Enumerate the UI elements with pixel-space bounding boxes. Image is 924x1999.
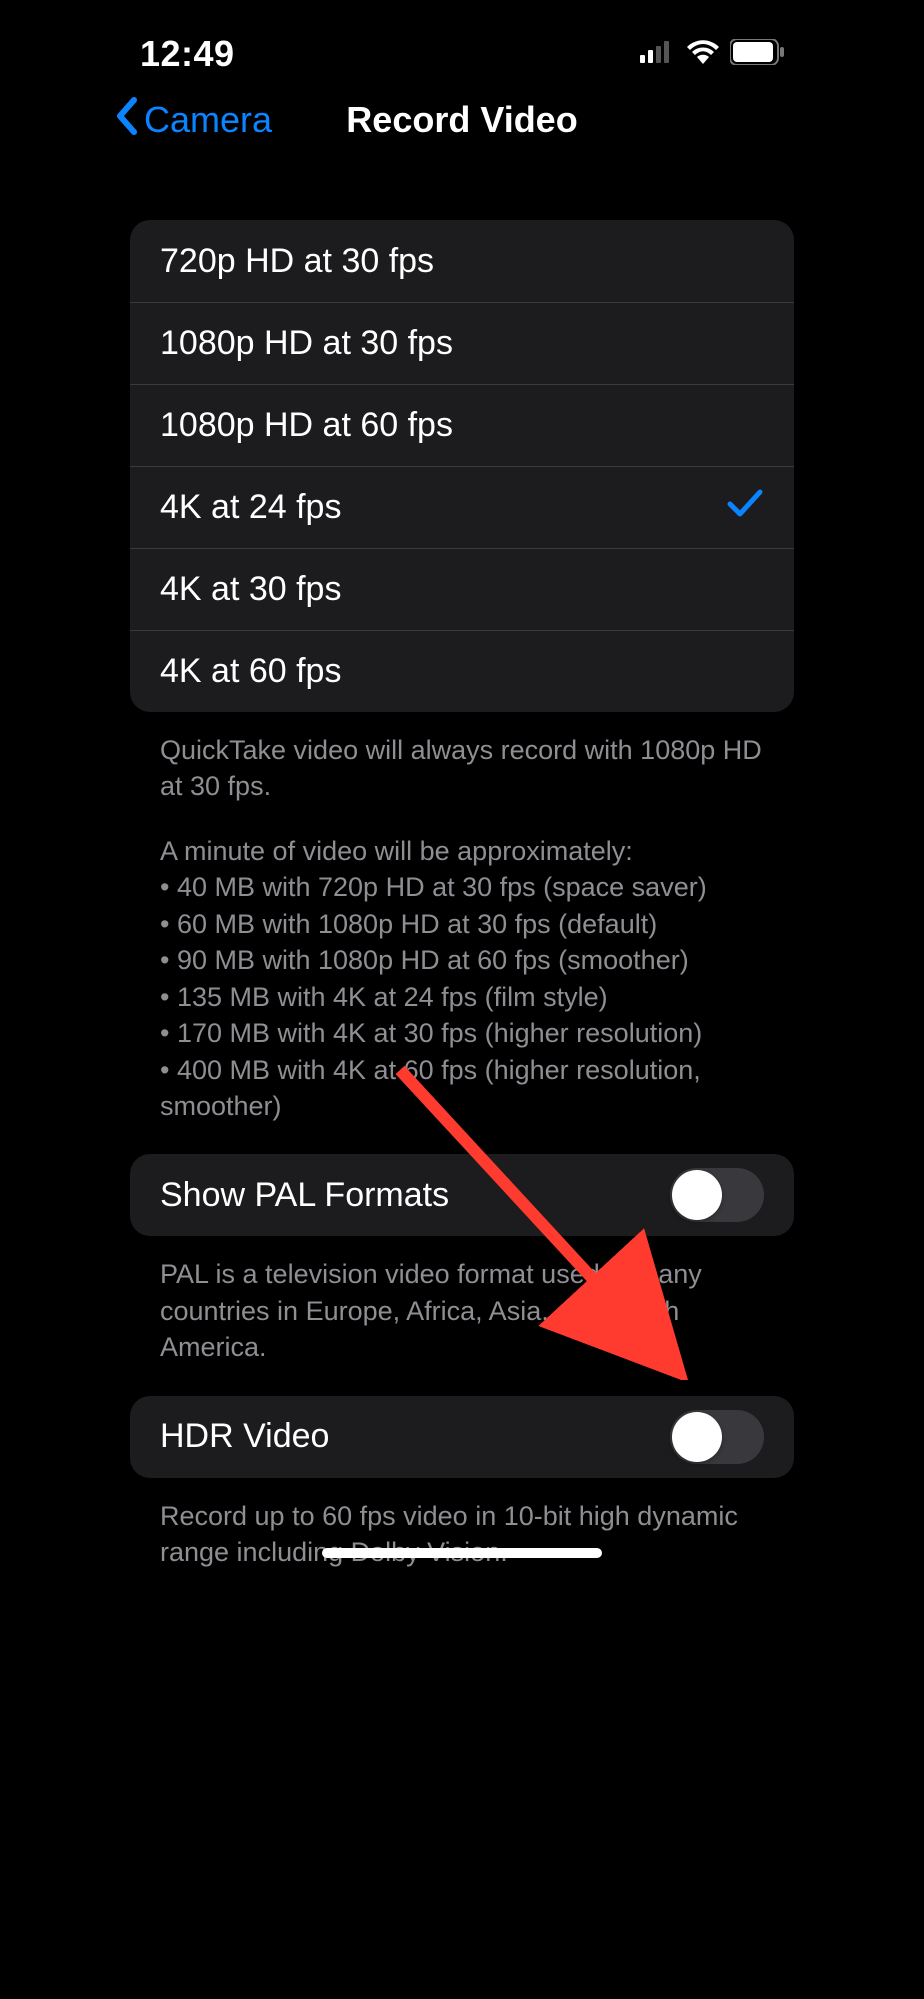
pal-label: Show PAL Formats: [160, 1176, 449, 1215]
option-label: 4K at 30 fps: [160, 570, 341, 609]
home-indicator[interactable]: [322, 1548, 602, 1558]
status-bar: 12:49: [100, 0, 824, 80]
wifi-icon: [686, 40, 720, 69]
option-1080p-60[interactable]: 1080p HD at 60 fps: [130, 384, 794, 466]
option-4k-60[interactable]: 4K at 60 fps: [130, 630, 794, 712]
toggle-knob: [672, 1170, 722, 1220]
option-label: 1080p HD at 60 fps: [160, 406, 453, 445]
option-1080p-30[interactable]: 1080p HD at 30 fps: [130, 302, 794, 384]
option-label: 720p HD at 30 fps: [160, 242, 434, 281]
status-time: 12:49: [140, 33, 235, 75]
pal-row[interactable]: Show PAL Formats: [130, 1154, 794, 1236]
toggle-knob: [672, 1412, 722, 1462]
battery-icon: [730, 39, 784, 70]
option-4k-30[interactable]: 4K at 30 fps: [130, 548, 794, 630]
option-label: 1080p HD at 30 fps: [160, 324, 453, 363]
footer-line: • 135 MB with 4K at 24 fps (film style): [160, 979, 764, 1015]
footer-line: • 90 MB with 1080p HD at 60 fps (smoothe…: [160, 942, 764, 978]
hdr-toggle[interactable]: [670, 1410, 764, 1464]
back-button[interactable]: Camera: [114, 96, 272, 145]
hdr-row[interactable]: HDR Video: [130, 1396, 794, 1478]
cellular-icon: [640, 41, 676, 68]
resolution-footer-text: QuickTake video will always record with …: [130, 712, 794, 1154]
footer-line: • 60 MB with 1080p HD at 30 fps (default…: [160, 906, 764, 942]
resolution-options-group: 720p HD at 30 fps 1080p HD at 30 fps 108…: [130, 220, 794, 712]
back-button-label: Camera: [144, 99, 272, 141]
footer-line: • 40 MB with 720p HD at 30 fps (space sa…: [160, 869, 764, 905]
option-720p-30[interactable]: 720p HD at 30 fps: [130, 220, 794, 302]
footer-line: QuickTake video will always record with …: [160, 732, 764, 805]
pal-footer-text: PAL is a television video format used in…: [130, 1236, 794, 1395]
footer-line: • 170 MB with 4K at 30 fps (higher resol…: [160, 1015, 764, 1051]
chevron-left-icon: [114, 96, 138, 145]
checkmark-icon: [726, 487, 764, 528]
option-label: 4K at 24 fps: [160, 488, 341, 527]
hdr-group: HDR Video: [130, 1396, 794, 1478]
pal-group: Show PAL Formats: [130, 1154, 794, 1236]
footer-line: A minute of video will be approximately:: [160, 833, 764, 869]
navigation-bar: Camera Record Video: [100, 80, 824, 160]
option-label: 4K at 60 fps: [160, 652, 341, 691]
hdr-label: HDR Video: [160, 1417, 329, 1456]
option-4k-24[interactable]: 4K at 24 fps: [130, 466, 794, 548]
footer-line: • 400 MB with 4K at 60 fps (higher resol…: [160, 1052, 764, 1125]
pal-toggle[interactable]: [670, 1168, 764, 1222]
